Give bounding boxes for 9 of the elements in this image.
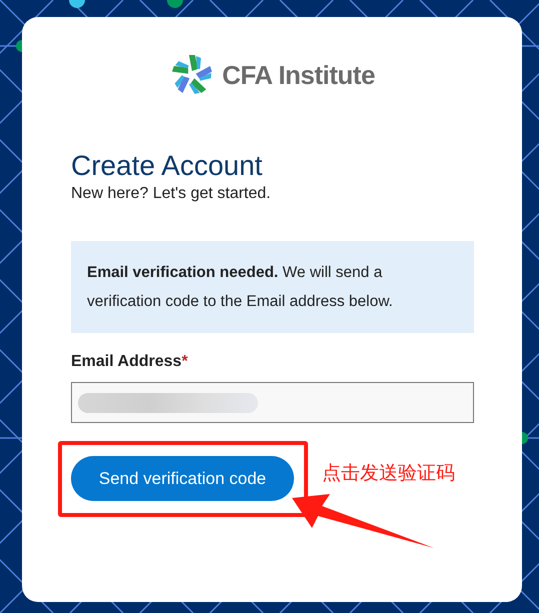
subtitle: New here? Let's get started. bbox=[71, 185, 271, 203]
starburst-logo-icon bbox=[170, 53, 214, 97]
page-title: Create Account bbox=[71, 149, 262, 183]
send-code-button[interactable]: Send verification code bbox=[71, 456, 294, 501]
notice-text: Email verification needed. We will send a verification code to the Email address below. bbox=[87, 264, 393, 310]
email-input-field[interactable] bbox=[71, 382, 474, 423]
field-label: Email Address* bbox=[71, 353, 188, 371]
annotation-text: 点击发送验证码 bbox=[322, 462, 455, 486]
logo-text: CFA Institute bbox=[222, 60, 375, 90]
